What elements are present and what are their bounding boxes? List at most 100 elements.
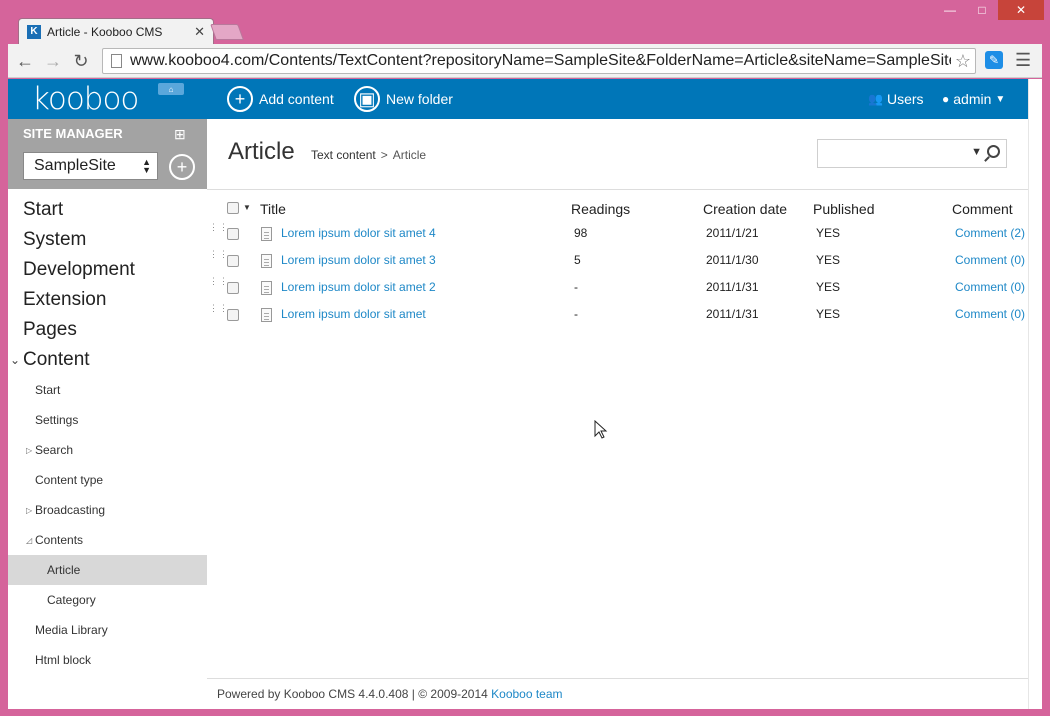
chevron-down-icon[interactable]: ▼ — [971, 146, 982, 158]
sidebar-subitem-broadcasting[interactable]: ▷ Broadcasting — [8, 495, 207, 525]
row-title-link[interactable]: Lorem ipsum dolor sit amet 3 — [281, 253, 436, 267]
address-bar[interactable]: www.kooboo4.com/Contents/TextContent?rep… — [102, 48, 976, 74]
select-all-checkbox[interactable] — [227, 202, 239, 214]
users-link[interactable]: 👥 Users — [868, 91, 924, 107]
users-label: Users — [886, 91, 924, 107]
row-readings: - — [574, 307, 578, 321]
sidebar-subitem-media-library[interactable]: Media Library — [8, 615, 207, 645]
row-comment-link[interactable]: Comment (2) — [955, 226, 1025, 240]
new-tab-button[interactable] — [210, 24, 244, 40]
collapse-triangle-icon[interactable]: ◿ — [26, 536, 32, 545]
minimize-button[interactable]: — — [934, 0, 966, 20]
row-published: YES — [816, 280, 841, 294]
table-row[interactable]: ⋮⋮ Lorem ipsum dolor sit amet 3 5 2011/1… — [207, 246, 1028, 273]
row-title-link[interactable]: Lorem ipsum dolor sit amet 4 — [281, 226, 436, 240]
select-arrows-icon: ▲ ▼ — [142, 157, 151, 175]
row-creation-date: 2011/1/21 — [706, 226, 759, 240]
sidebar-item-system[interactable]: System — [8, 225, 207, 255]
drag-handle-icon[interactable]: ⋮⋮ — [209, 250, 228, 259]
caret-down-icon[interactable]: ▼ — [243, 203, 251, 212]
footer-kooboo-team-link[interactable]: Kooboo team — [491, 687, 562, 701]
sidebar-item-pages[interactable]: Pages — [8, 315, 207, 345]
reload-icon[interactable]: ↻ — [70, 50, 92, 72]
sidebar-subitem-content-type[interactable]: Content type — [8, 465, 207, 495]
scrollbar[interactable] — [1028, 79, 1042, 709]
search-input[interactable]: ▼ — [817, 139, 1007, 168]
row-checkbox[interactable] — [227, 228, 239, 240]
sidebar-item-start[interactable]: Start — [8, 195, 207, 225]
tab-close-icon[interactable]: ✕ — [194, 24, 205, 40]
sidebar-subitem-start[interactable]: Start — [8, 375, 207, 405]
kooboo-logo[interactable]: kooboo — [32, 81, 139, 117]
sidebar-subitem-article[interactable]: Article — [8, 555, 207, 585]
row-comment-link[interactable]: Comment (0) — [955, 307, 1025, 321]
breadcrumb-separator-icon: > — [380, 148, 388, 162]
sidebar-item-extension[interactable]: Extension — [8, 285, 207, 315]
table-row[interactable]: ⋮⋮ Lorem ipsum dolor sit amet 2 - 2011/1… — [207, 273, 1028, 300]
document-icon — [261, 308, 272, 322]
add-content-button[interactable]: + Add content — [227, 86, 334, 112]
sidebar-item-content[interactable]: ⌄ Content — [8, 345, 207, 375]
extension-icon[interactable]: ✎ — [985, 51, 1003, 69]
mouse-cursor-icon — [594, 420, 608, 439]
sidebar: SITE MANAGER ⊞ SampleSite ▲ ▼ + Start Sys… — [8, 119, 207, 709]
column-title[interactable]: Title — [260, 201, 286, 217]
document-icon — [261, 281, 272, 295]
sidebar-subitem-settings[interactable]: Settings — [8, 405, 207, 435]
row-checkbox[interactable] — [227, 282, 239, 294]
forward-arrow-icon[interactable]: → — [42, 50, 64, 72]
column-published[interactable]: Published — [813, 201, 875, 217]
new-folder-button[interactable]: ▣ New folder — [354, 86, 453, 112]
maximize-button[interactable]: □ — [966, 0, 998, 20]
row-comment-link[interactable]: Comment (0) — [955, 280, 1025, 294]
column-comment[interactable]: Comment — [952, 201, 1013, 217]
home-icon[interactable]: ⌂ — [158, 83, 184, 95]
column-creation-date[interactable]: Creation date — [703, 201, 787, 217]
close-window-button[interactable]: ✕ — [998, 0, 1044, 20]
bookmark-star-icon[interactable]: ☆ — [951, 51, 975, 72]
column-readings[interactable]: Readings — [571, 201, 630, 217]
admin-menu[interactable]: ● admin ▼ — [942, 91, 1005, 107]
sidebar-subitem-category[interactable]: Category — [8, 585, 207, 615]
folder-plus-icon: ▣ — [354, 86, 380, 112]
tab-strip: K Article - Kooboo CMS ✕ — [8, 18, 1042, 44]
site-manager-title: SITE MANAGER — [23, 126, 123, 141]
sidebar-subitem-search[interactable]: ▷ Search — [8, 435, 207, 465]
sidebar-item-development[interactable]: Development — [8, 255, 207, 285]
add-content-label: Add content — [259, 91, 334, 107]
sidebar-subitem-html-block[interactable]: Html block — [8, 645, 207, 675]
browser-menu-icon[interactable]: ☰ — [1015, 50, 1031, 71]
table-row[interactable]: ⋮⋮ Lorem ipsum dolor sit amet 4 98 2011/… — [207, 219, 1028, 246]
expand-triangle-icon[interactable]: ▷ — [26, 506, 32, 515]
breadcrumb-text-content[interactable]: Text content — [311, 148, 376, 162]
footer: Powered by Kooboo CMS 4.4.0.408 | © 2009… — [207, 678, 1028, 709]
search-icon[interactable] — [987, 145, 1000, 158]
sidebar-subitem-contents[interactable]: ◿ Contents — [8, 525, 207, 555]
document-icon — [261, 227, 272, 241]
drag-handle-icon[interactable]: ⋮⋮ — [209, 277, 228, 286]
drag-handle-icon[interactable]: ⋮⋮ — [209, 223, 228, 232]
table-row[interactable]: ⋮⋮ Lorem ipsum dolor sit amet - 2011/1/3… — [207, 300, 1028, 327]
browser-toolbar: ← → ↻ www.kooboo4.com/Contents/TextConte… — [8, 44, 1042, 78]
drag-handle-icon[interactable]: ⋮⋮ — [209, 304, 228, 313]
page-header: Article Text content > Article ▼ — [207, 119, 1028, 190]
row-title-link[interactable]: Lorem ipsum dolor sit amet 2 — [281, 280, 436, 294]
row-checkbox[interactable] — [227, 255, 239, 267]
row-checkbox[interactable] — [227, 309, 239, 321]
row-readings: 98 — [574, 226, 588, 240]
row-published: YES — [816, 307, 841, 321]
browser-tab[interactable]: K Article - Kooboo CMS ✕ — [18, 18, 214, 44]
row-comment-link[interactable]: Comment (0) — [955, 253, 1025, 267]
row-readings: 5 — [574, 253, 581, 267]
row-creation-date: 2011/1/31 — [706, 280, 759, 294]
expand-triangle-icon[interactable]: ▷ — [26, 446, 32, 455]
user-icon: ● — [942, 92, 950, 106]
row-title-link[interactable]: Lorem ipsum dolor sit amet — [281, 307, 426, 321]
sitemap-icon[interactable]: ⊞ — [174, 126, 186, 143]
chevron-down-icon: ⌄ — [10, 353, 21, 367]
site-select[interactable]: SampleSite ▲ ▼ — [23, 152, 158, 180]
add-site-button[interactable]: + — [169, 154, 195, 180]
app-viewport: kooboo ⌂ + Add content ▣ New folder 👥 Us… — [8, 79, 1028, 709]
back-arrow-icon[interactable]: ← — [14, 50, 36, 72]
document-icon — [261, 254, 272, 268]
